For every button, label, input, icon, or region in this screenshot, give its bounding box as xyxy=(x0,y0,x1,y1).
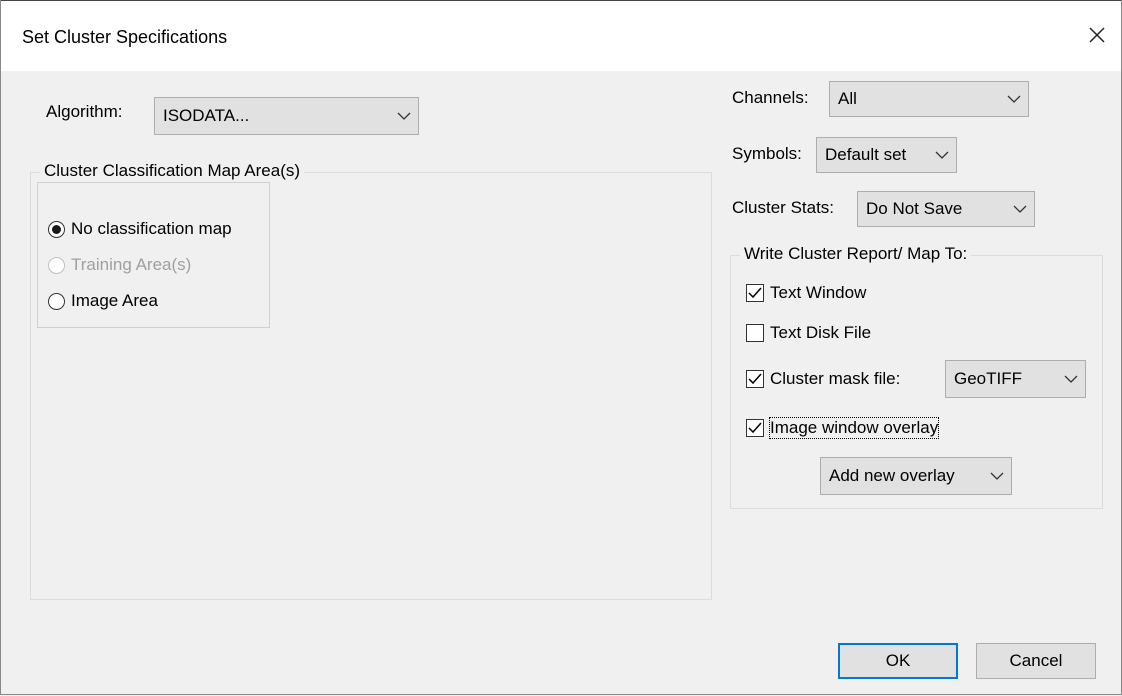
symbols-label: Symbols: xyxy=(732,144,802,163)
overlay-select-value: Add new overlay xyxy=(829,466,955,485)
radio-no-classification-map[interactable]: No classification map xyxy=(48,219,232,239)
chevron-down-icon xyxy=(390,112,418,120)
symbols-select[interactable]: Default set xyxy=(816,137,957,173)
checkbox-empty-icon xyxy=(746,324,764,342)
checkbox-text-disk-file[interactable]: Text Disk File xyxy=(746,323,871,343)
cluster-stats-select[interactable]: Do Not Save xyxy=(857,191,1035,227)
checkbox-label: Text Window xyxy=(770,283,867,302)
chevron-down-icon xyxy=(1000,95,1028,103)
algorithm-value: ISODATA... xyxy=(163,106,250,125)
checkmark-icon xyxy=(746,419,764,437)
checkmark-icon xyxy=(746,370,764,388)
checkbox-text-window[interactable]: Text Window xyxy=(746,283,866,303)
cancel-button[interactable]: Cancel xyxy=(976,643,1096,679)
checkbox-image-window-overlay[interactable]: Image window overlay xyxy=(746,417,940,439)
cluster-stats-value: Do Not Save xyxy=(866,199,963,218)
radio-image-area[interactable]: Image Area xyxy=(48,291,158,311)
radio-unselected-icon xyxy=(48,292,65,310)
map-area-legend: Cluster Classification Map Area(s) xyxy=(40,161,305,181)
overlay-select[interactable]: Add new overlay xyxy=(820,457,1012,495)
chevron-down-icon xyxy=(983,472,1011,480)
channels-value: All xyxy=(838,89,857,108)
algorithm-select[interactable]: ISODATA... xyxy=(154,97,419,135)
checkbox-label: Cluster mask file: xyxy=(770,369,901,388)
algorithm-label: Algorithm: xyxy=(46,102,123,121)
channels-select[interactable]: All xyxy=(829,81,1029,117)
dialog-title: Set Cluster Specifications xyxy=(22,27,228,47)
radio-selected-icon xyxy=(48,220,65,238)
chevron-down-icon xyxy=(928,151,956,159)
checkmark-icon xyxy=(746,284,764,302)
radio-label: Image Area xyxy=(71,291,158,310)
cluster-mask-format-value: GeoTIFF xyxy=(954,369,1023,388)
radio-training-areas[interactable]: Training Area(s) xyxy=(48,255,191,275)
symbols-value: Default set xyxy=(825,145,907,164)
radio-disabled-icon xyxy=(48,256,65,274)
checkbox-label: Text Disk File xyxy=(770,323,872,342)
checkbox-label: Image window overlay xyxy=(768,417,940,439)
channels-label: Channels: xyxy=(732,88,809,107)
close-button[interactable] xyxy=(1080,18,1114,52)
cluster-mask-format-select[interactable]: GeoTIFF xyxy=(945,360,1086,398)
radio-label: Training Area(s) xyxy=(71,255,192,274)
cluster-stats-label: Cluster Stats: xyxy=(732,198,835,217)
checkbox-cluster-mask-file[interactable]: Cluster mask file: xyxy=(746,369,900,389)
close-icon xyxy=(1089,27,1105,43)
report-legend: Write Cluster Report/ Map To: xyxy=(740,244,972,264)
chevron-down-icon xyxy=(1057,375,1085,383)
radio-label: No classification map xyxy=(71,219,232,238)
ok-button[interactable]: OK xyxy=(838,643,958,679)
chevron-down-icon xyxy=(1006,205,1034,213)
